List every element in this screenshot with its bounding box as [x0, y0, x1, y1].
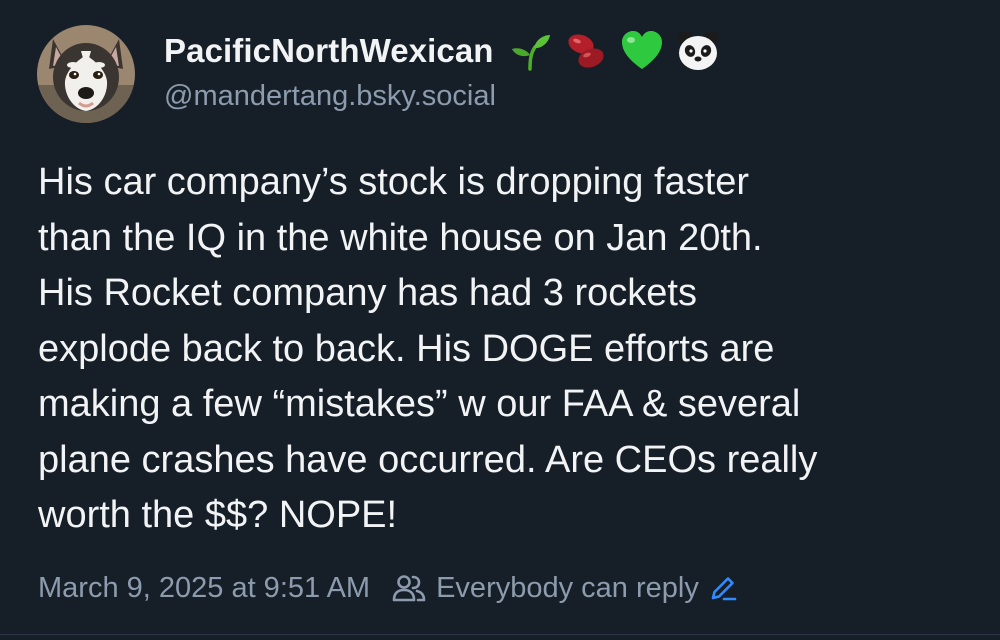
post-thread-item: PacificNorthWexican @mandertang.bsky.soc… [0, 0, 1000, 640]
reply-settings-button[interactable]: Everybody can reply [392, 572, 737, 605]
green-heart-emoji-icon [620, 29, 664, 73]
people-icon [392, 573, 426, 603]
author-avatar[interactable] [37, 25, 135, 123]
post-body-text: His car company’s stock is dropping fast… [38, 161, 818, 536]
author-info: PacificNorthWexican @mandertang.bsky.soc… [164, 28, 964, 118]
husky-dog-avatar-icon [37, 25, 135, 123]
panda-emoji-icon [676, 29, 720, 73]
seedling-emoji-icon [508, 29, 552, 73]
beans-emoji-icon [564, 29, 608, 73]
author-handle[interactable]: @mandertang.bsky.social [164, 80, 964, 113]
reply-settings-label: Everybody can reply [436, 571, 699, 604]
name-emoji-group [508, 29, 720, 73]
pencil-icon[interactable] [709, 574, 737, 602]
author-name-row: PacificNorthWexican [164, 28, 964, 74]
author-display-name[interactable]: PacificNorthWexican [164, 32, 494, 70]
bottom-divider [0, 634, 1000, 635]
post-timestamp: March 9, 2025 at 9:51 AM [38, 571, 371, 604]
post-meta-row: March 9, 2025 at 9:51 AM Everybody can r… [38, 566, 737, 610]
